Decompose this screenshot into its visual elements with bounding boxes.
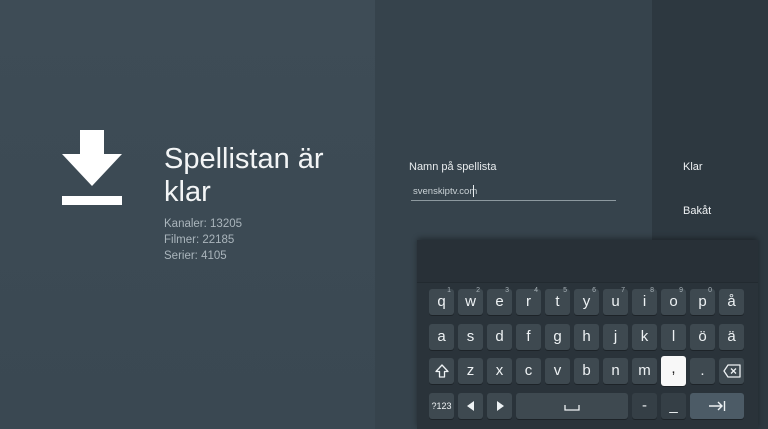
key-a[interactable]: a	[429, 324, 454, 350]
dash-key[interactable]: -	[632, 393, 657, 419]
key-hint: 4	[534, 287, 538, 294]
key-label: å	[727, 293, 736, 310]
key-i[interactable]: i8	[632, 287, 657, 315]
key-auml[interactable]: ä	[719, 324, 744, 350]
key-hint: 7	[621, 287, 625, 294]
key-period[interactable]: .	[690, 358, 715, 384]
key-hint: 6	[592, 287, 596, 294]
key-label: t	[555, 293, 560, 310]
key-label: i	[642, 293, 647, 310]
key-x[interactable]: x	[487, 358, 512, 384]
key-hint: 2	[476, 287, 480, 294]
key-p[interactable]: p0	[690, 287, 715, 315]
key-hint: 3	[505, 287, 509, 294]
key-k[interactable]: k	[632, 324, 657, 350]
onscreen-keyboard: q1 w2 e3 r4 t5 y6 u7 i8 o9 p0 å a s d f …	[417, 240, 758, 429]
key-l[interactable]: l	[661, 324, 686, 350]
arrow-right-icon	[496, 401, 504, 411]
key-comma[interactable]: ,	[661, 356, 686, 386]
key-hint: 1	[447, 287, 451, 294]
key-d[interactable]: d	[487, 324, 512, 350]
key-z[interactable]: z	[458, 358, 483, 384]
series-count: Serier: 4105	[164, 250, 227, 262]
download-icon	[62, 130, 122, 205]
key-h[interactable]: h	[574, 324, 599, 350]
key-o[interactable]: o9	[661, 287, 686, 315]
key-t[interactable]: t5	[545, 287, 570, 315]
key-label: p	[698, 293, 707, 310]
done-button[interactable]: Klar	[683, 161, 703, 173]
key-b[interactable]: b	[574, 358, 599, 384]
suggestion-strip	[417, 240, 758, 283]
space-key[interactable]	[516, 393, 628, 419]
next-key[interactable]	[690, 393, 744, 419]
key-s[interactable]: s	[458, 324, 483, 350]
underscore-key[interactable]: _	[661, 393, 686, 419]
page-title: Spellistan är klar	[164, 143, 324, 208]
key-label: y	[582, 293, 591, 310]
key-m[interactable]: m	[632, 358, 657, 384]
backspace-key[interactable]	[719, 358, 744, 384]
text-caret	[473, 185, 474, 197]
backspace-icon	[722, 364, 741, 378]
shift-key[interactable]	[429, 358, 454, 384]
key-v[interactable]: v	[545, 358, 570, 384]
key-label: u	[611, 293, 620, 310]
key-f[interactable]: f	[516, 324, 541, 350]
key-hint: 0	[708, 287, 712, 294]
space-icon	[564, 405, 580, 411]
movies-count: Filmer: 22185	[164, 234, 235, 246]
shift-icon	[434, 364, 449, 378]
playlist-name-label: Namn på spellista	[409, 161, 497, 173]
key-hint: 8	[650, 287, 654, 294]
back-button[interactable]: Bakåt	[683, 205, 711, 217]
key-c[interactable]: c	[516, 358, 541, 384]
key-label: r	[526, 293, 531, 310]
key-u[interactable]: u7	[603, 287, 628, 315]
key-e[interactable]: e3	[487, 287, 512, 315]
key-label: o	[669, 293, 678, 310]
key-y[interactable]: y6	[574, 287, 599, 315]
playlist-name-input[interactable]	[411, 182, 616, 201]
key-label: q	[437, 293, 446, 310]
info-panel: Spellistan är klar Kanaler: 13205 Filmer…	[0, 0, 375, 429]
key-hint: 9	[679, 287, 683, 294]
key-r[interactable]: r4	[516, 287, 541, 315]
key-label: e	[495, 293, 504, 310]
cursor-left-key[interactable]	[458, 393, 483, 419]
cursor-right-key[interactable]	[487, 393, 512, 419]
arrow-left-icon	[466, 401, 474, 411]
tab-icon	[709, 401, 726, 411]
key-aring[interactable]: å	[719, 289, 744, 315]
key-w[interactable]: w2	[458, 287, 483, 315]
key-label: w	[465, 293, 476, 310]
key-q[interactable]: q1	[429, 287, 454, 315]
symbols-key[interactable]: ?123	[429, 393, 454, 419]
key-g[interactable]: g	[545, 324, 570, 350]
channels-count: Kanaler: 13205	[164, 218, 243, 230]
key-hint: 5	[563, 287, 567, 294]
key-j[interactable]: j	[603, 324, 628, 350]
key-ouml[interactable]: ö	[690, 324, 715, 350]
key-n[interactable]: n	[603, 358, 628, 384]
